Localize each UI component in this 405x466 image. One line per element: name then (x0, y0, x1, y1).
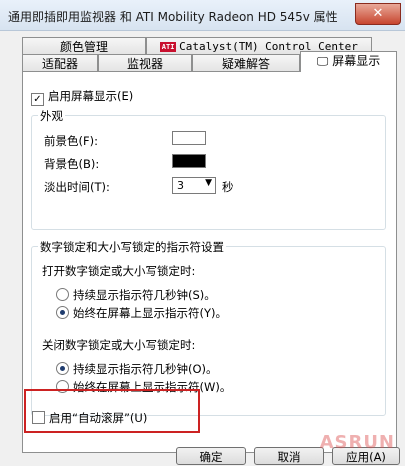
option-label: 持续显示指示符几秒钟(O)。 (73, 362, 218, 376)
lock-indicator-group-title: 数字锁定和大小写锁定的指示符设置 (38, 239, 226, 255)
tab-on-screen-display[interactable]: 🖵 屏幕显示 (300, 51, 397, 72)
radio-button-selected[interactable] (56, 362, 69, 375)
tab-adapter[interactable]: 适配器 (22, 54, 98, 72)
watermark-logo: ASRUN (319, 432, 395, 453)
cancel-button[interactable]: 取消 (254, 447, 324, 465)
monitor-icon: 🖵 (316, 54, 333, 68)
appearance-group-title: 外观 (38, 108, 65, 124)
ati-logo-icon: ATI (160, 42, 177, 52)
window-title: 通用即插即用监视器 和 ATI Mobility Radeon HD 545v … (8, 10, 338, 24)
tab-monitor[interactable]: 监视器 (98, 54, 192, 72)
fade-time-select[interactable]: 3 ▼ (172, 177, 216, 194)
tab-label: 适配器 (41, 57, 78, 71)
close-button[interactable]: ✕ (355, 3, 401, 25)
tab-label: 监视器 (126, 57, 163, 71)
radio-button[interactable] (56, 288, 69, 301)
appearance-group: 外观 前景色(F): 背景色(B): 淡出时间(T): 3 ▼ 秒 (31, 108, 386, 230)
option-label: 持续显示指示符几秒钟(S)。 (73, 288, 216, 302)
checkbox-checked[interactable]: ✓ (31, 93, 44, 106)
background-label: 背景色(B): (44, 157, 100, 171)
enable-osd-label: 启用屏幕显示(E) (48, 89, 134, 103)
ok-button[interactable]: 确定 (176, 447, 246, 465)
foreground-color-button[interactable] (172, 131, 206, 145)
tab-label: 屏幕显示 (332, 54, 381, 68)
lock-on-option-always[interactable]: 始终在屏幕上显示指示符(Y)。 (56, 305, 227, 321)
fade-time-label: 淡出时间(T): (44, 180, 110, 194)
tab-label: 疑难解答 (221, 57, 270, 71)
fade-time-unit: 秒 (222, 180, 234, 194)
tab-troubleshoot[interactable]: 疑难解答 (192, 54, 300, 72)
tab-color-management[interactable]: 颜色管理 (22, 37, 146, 55)
lock-on-title: 打开数字锁定或大小写锁定时: (42, 264, 196, 278)
option-label: 始终在屏幕上显示指示符(Y)。 (73, 306, 227, 320)
radio-button-selected[interactable] (56, 306, 69, 319)
lock-on-option-seconds[interactable]: 持续显示指示符几秒钟(S)。 (56, 287, 216, 303)
title-bar: 通用即插即用监视器 和 ATI Mobility Radeon HD 545v … (0, 0, 405, 31)
lock-off-option-seconds[interactable]: 持续显示指示符几秒钟(O)。 (56, 361, 218, 377)
background-color-button[interactable] (172, 154, 206, 168)
lock-off-title: 关闭数字锁定或大小写锁定时: (42, 338, 196, 352)
enable-osd-checkbox[interactable]: ✓ 启用屏幕显示(E) (31, 88, 133, 106)
red-highlight-box (24, 389, 200, 433)
tab-label: 颜色管理 (59, 40, 108, 54)
chevron-down-icon: ▼ (205, 178, 212, 188)
fade-time-value: 3 (177, 179, 184, 192)
foreground-label: 前景色(F): (44, 134, 98, 148)
